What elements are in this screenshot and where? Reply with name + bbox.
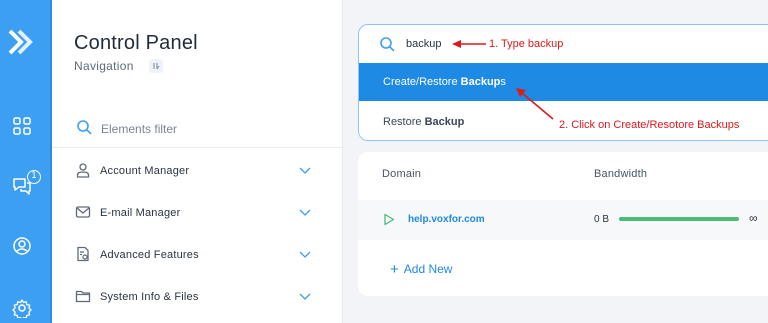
nav-item-label: E-mail Manager (100, 207, 181, 219)
notification-badge: 1 (27, 170, 41, 184)
nav-item-label: Advanced Features (100, 249, 199, 261)
nav-item-email-manager[interactable]: E-mail Manager (52, 191, 343, 233)
bandwidth-value: 0 B (594, 214, 610, 225)
domain-link[interactable]: help.voxfor.com (408, 214, 485, 225)
advanced-features-icon (77, 246, 89, 262)
chevron-down-icon (299, 209, 311, 216)
result-create-restore-backups[interactable]: Create/Restore Backups (359, 63, 768, 101)
domain-table: Domain Bandwidth help.voxfor.com 0 B ∞ +… (358, 152, 768, 296)
navigation-panel: Control Panel Navigation Elements filter… (52, 0, 343, 323)
filter-placeholder: Elements filter (101, 122, 178, 136)
nav-item-label: Account Manager (100, 165, 190, 177)
nav-item-system-info[interactable]: System Info & Files (52, 275, 343, 317)
annotation-step-1: 1. Type backup (489, 38, 564, 50)
folder-icon (75, 290, 91, 303)
user-icon (76, 163, 90, 178)
mail-icon (75, 206, 91, 218)
panel-title: Control Panel (74, 32, 198, 54)
annotation-step-2: 2. Click on Create/Resotore Backups (559, 119, 740, 131)
panel-subtitle: Navigation (74, 59, 134, 73)
search-icon (380, 37, 395, 52)
divider (52, 147, 343, 148)
column-header-bandwidth: Bandwidth (594, 168, 648, 180)
bandwidth-limit: ∞ (749, 211, 758, 225)
chevron-down-icon (299, 293, 311, 300)
pin-icon[interactable] (148, 58, 164, 74)
nav-item-advanced-features[interactable]: Advanced Features (52, 233, 343, 275)
profile-icon[interactable] (12, 236, 32, 256)
bandwidth-bar-fill (619, 217, 739, 221)
app-rail: 1 (0, 0, 52, 323)
search-input[interactable]: backup (359, 25, 768, 63)
search-value: backup (406, 38, 442, 50)
bandwidth-bar (619, 217, 739, 221)
nav-item-label: System Info & Files (100, 291, 199, 303)
column-header-domain: Domain (382, 168, 422, 180)
plus-icon: + (390, 261, 399, 278)
chevron-down-icon (299, 251, 311, 258)
result-label: Create/Restore Backups (383, 76, 506, 88)
search-icon (77, 120, 92, 135)
elements-filter[interactable]: Elements filter (74, 118, 324, 138)
nav-item-account-manager[interactable]: Account Manager (52, 149, 343, 191)
play-icon[interactable] (383, 213, 395, 226)
result-label: Restore Backup (383, 116, 465, 128)
grid-icon[interactable] (12, 116, 32, 136)
add-new-button[interactable]: + Add New (390, 260, 452, 278)
logo-icon[interactable] (7, 28, 33, 56)
chevron-down-icon (299, 167, 311, 174)
settings-icon[interactable] (12, 298, 32, 318)
